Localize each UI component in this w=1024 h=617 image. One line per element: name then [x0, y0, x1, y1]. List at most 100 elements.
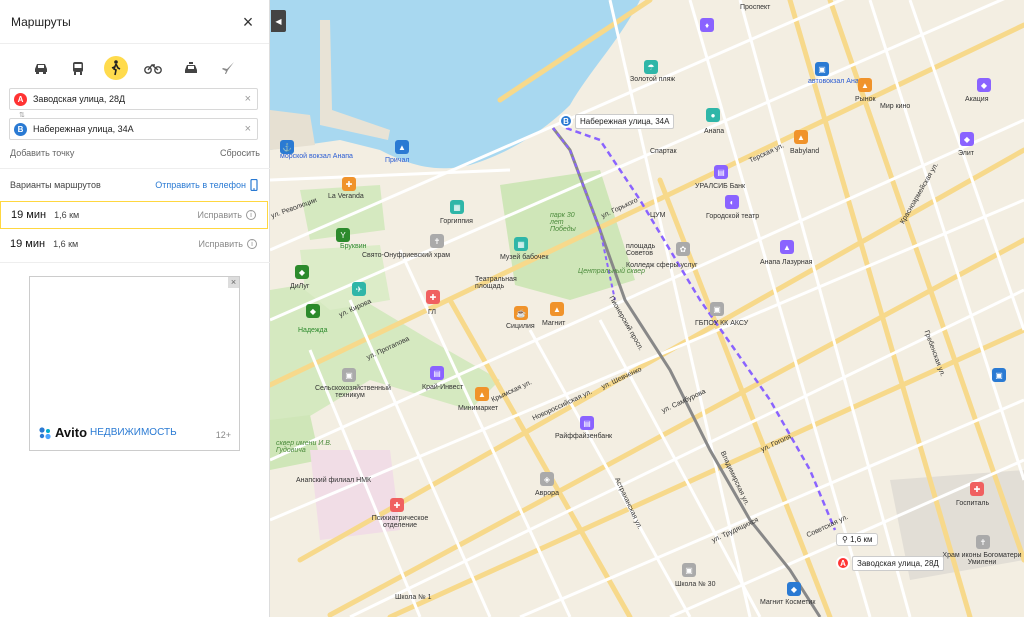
hospital-icon[interactable]: ✚ [390, 498, 404, 512]
pin-a-label: Заводская улица, 28Д [852, 556, 944, 571]
map-label: Психиатрическое отделение [371, 515, 429, 529]
poi-icon[interactable]: ◆ [977, 78, 991, 92]
shop-icon[interactable]: ◆ [295, 265, 309, 279]
map-label: Магнит Косметик [760, 599, 816, 606]
shop-icon[interactable]: ◆ [306, 304, 320, 318]
market-icon[interactable]: ▲ [858, 78, 872, 92]
poi-icon[interactable]: ✿ [676, 242, 690, 256]
close-icon[interactable]: × [239, 13, 257, 31]
route-option-2[interactable]: 19 мин 1,6 км Исправить i [0, 230, 268, 258]
map-label: Спартак [650, 148, 677, 155]
theatre-icon[interactable]: ◐ [725, 195, 739, 209]
map-label: Храм иконы Богоматери Умилени [942, 552, 1022, 566]
map-label: парк 30 лет Победы [550, 212, 576, 233]
bank-icon[interactable]: ▤ [580, 416, 594, 430]
fix-route-link[interactable]: Исправить i [199, 239, 257, 249]
map-label: La Veranda [328, 193, 364, 200]
poi-icon[interactable]: ✈ [352, 282, 366, 296]
waypoint-a-field[interactable]: A Заводская улица, 28Д × [9, 88, 258, 110]
poi-icon[interactable]: ▣ [992, 368, 1006, 382]
bus-station-icon[interactable]: ▣ [815, 62, 829, 76]
bank-icon[interactable]: ▤ [430, 366, 444, 380]
school-icon[interactable]: ▣ [682, 563, 696, 577]
routes-panel: Маршруты × A Заводская улица, 28Д × ⇅ B … [0, 0, 270, 617]
waypoint-b-input[interactable]: Набережная улица, 34А [33, 124, 245, 134]
museum-icon[interactable]: ▦ [450, 200, 464, 214]
map-label: Надежда [298, 327, 328, 334]
ship-icon[interactable]: ⚓ [280, 140, 294, 154]
bank-icon[interactable]: ▤ [714, 165, 728, 179]
map-label: Аврора [535, 490, 559, 497]
avito-dots-icon [39, 426, 51, 439]
pharmacy-icon[interactable]: Y [336, 228, 350, 242]
bike-icon[interactable] [141, 56, 165, 80]
send-to-phone-label: Отправить в телефон [155, 179, 246, 190]
poi-icon[interactable]: ◈ [540, 472, 554, 486]
pin-b-icon[interactable]: B [559, 114, 573, 128]
marker-a-icon: A [14, 92, 27, 106]
pin-a-icon[interactable]: A [836, 556, 850, 570]
clear-icon[interactable]: × [245, 123, 251, 135]
bus-icon[interactable] [66, 56, 90, 80]
age-rating: 12+ [215, 430, 231, 440]
map-label: ГЛ [428, 309, 436, 316]
clear-icon[interactable]: × [245, 93, 251, 105]
waypoint-actions: Добавить точку Сбросить [10, 148, 260, 158]
fix-route-link[interactable]: Исправить i [198, 210, 256, 220]
beach-icon[interactable]: ☂ [644, 60, 658, 74]
map-label: Центральный сквер [578, 268, 646, 275]
route-time: 19 мин [11, 209, 47, 221]
route-option-1[interactable]: 19 мин 1,6 км Исправить i [0, 201, 268, 229]
shop-icon[interactable]: ▲ [550, 302, 564, 316]
map-label: Сицилия [506, 323, 535, 330]
shop-icon[interactable]: ▲ [475, 387, 489, 401]
info-icon[interactable]: i [247, 239, 257, 249]
plane-icon[interactable] [216, 56, 240, 80]
shop-icon[interactable]: ▲ [794, 130, 808, 144]
panel-header: Маршруты × [0, 0, 269, 44]
map-label: Горгиппия [440, 218, 473, 225]
close-icon[interactable]: × [228, 277, 239, 288]
hospital-icon[interactable]: ✚ [970, 482, 984, 496]
waypoint-b-field[interactable]: B Набережная улица, 34А × [9, 118, 258, 140]
map-label: Свято-Онуфриевский храм [362, 252, 451, 259]
map-label: Анапа [704, 128, 725, 135]
divider [0, 262, 270, 263]
advertisement[interactable]: × Avito НЕДВИЖИМОСТЬ 12+ [29, 276, 240, 451]
waypoint-a-input[interactable]: Заводская улица, 28Д [33, 94, 245, 104]
reset-link[interactable]: Сбросить [220, 148, 260, 158]
add-point-link[interactable]: Добавить точку [10, 148, 74, 158]
send-to-phone-link[interactable]: Отправить в телефон [155, 178, 258, 191]
car-icon[interactable] [29, 56, 53, 80]
shop-icon[interactable]: ◆ [960, 132, 974, 146]
map-label: сквер имени И.В. Гудовича [276, 440, 332, 454]
map-canvas[interactable]: Проспект Золотой пляж автовокзал Анапа Р… [270, 0, 1024, 617]
ad-subtitle: НЕДВИЖИМОСТЬ [90, 427, 177, 438]
variants-header: Варианты маршрутов Отправить в телефон [0, 168, 270, 200]
map-label: Анапа Лазурная [760, 259, 813, 266]
shop-icon[interactable]: ◆ [787, 582, 801, 596]
map-label: Райффайзенбанк [555, 433, 613, 440]
pier-icon[interactable]: ▲ [395, 140, 409, 154]
church-icon[interactable]: ✝ [976, 535, 990, 549]
hotel-icon[interactable]: ▲ [780, 240, 794, 254]
map-label: Babyland [790, 148, 820, 155]
poi-icon[interactable]: ● [706, 108, 720, 122]
info-icon[interactable]: i [246, 210, 256, 220]
map-label: ЦУМ [650, 212, 666, 219]
taxi-icon[interactable] [179, 56, 203, 80]
museum-icon[interactable]: ▦ [514, 237, 528, 251]
school-icon[interactable]: ▣ [342, 368, 356, 382]
church-icon[interactable]: ✝ [430, 234, 444, 248]
collapse-panel-button[interactable]: ◀ [271, 10, 286, 32]
map-label: Сельскохозяйственный техникум [315, 385, 391, 399]
map-label: Колледж сферы услуг [626, 262, 698, 269]
poi-icon[interactable]: ♦ [700, 18, 714, 32]
school-icon[interactable]: ▣ [710, 302, 724, 316]
map-label: Акация [965, 96, 989, 103]
restaurant-icon[interactable]: ☕ [514, 306, 528, 320]
map-label: Золотой пляж [630, 76, 676, 83]
restaurant-icon[interactable]: ✚ [342, 177, 356, 191]
walk-icon[interactable] [103, 56, 128, 80]
hospital-icon[interactable]: ✚ [426, 290, 440, 304]
